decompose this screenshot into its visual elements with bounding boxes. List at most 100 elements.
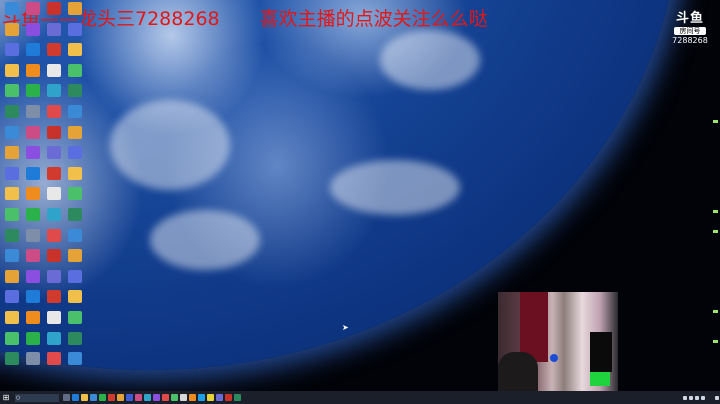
desktop-icon[interactable] <box>23 146 43 163</box>
desktop-icon[interactable] <box>2 43 22 60</box>
desktop-icon[interactable] <box>65 311 85 328</box>
desktop-icon[interactable] <box>65 290 85 307</box>
tray-icon[interactable] <box>683 395 687 400</box>
desktop-icon[interactable] <box>44 228 64 246</box>
desktop-icon[interactable] <box>23 208 43 225</box>
desktop-icon[interactable] <box>23 269 43 287</box>
desktop-icon[interactable] <box>2 63 22 81</box>
desktop-icon[interactable] <box>2 228 22 246</box>
desktop-icon[interactable] <box>65 331 85 349</box>
app-icon[interactable] <box>234 394 241 401</box>
desktop-icon[interactable] <box>2 331 22 349</box>
desktop-icon[interactable] <box>44 105 64 122</box>
app-icon[interactable] <box>162 394 169 401</box>
desktop-icon[interactable] <box>2 125 22 143</box>
desktop-icon[interactable] <box>44 22 64 40</box>
app-icon[interactable] <box>144 394 151 401</box>
windows-start-icon[interactable]: ⊞ <box>0 391 12 404</box>
desktop-icon[interactable] <box>23 84 43 101</box>
app-icon[interactable] <box>216 394 223 401</box>
app-icon[interactable] <box>180 394 187 401</box>
desktop-icon[interactable] <box>23 22 43 40</box>
desktop-icon[interactable] <box>23 63 43 81</box>
desktop-icon[interactable] <box>44 290 64 307</box>
desktop-icon[interactable] <box>65 22 85 40</box>
network-icon[interactable] <box>695 395 699 400</box>
desktop-icon[interactable] <box>65 208 85 225</box>
explorer-icon[interactable] <box>81 394 88 401</box>
desktop-icon[interactable] <box>65 146 85 163</box>
desktop-icon[interactable] <box>65 125 85 143</box>
desktop-icon[interactable] <box>23 105 43 122</box>
taskbar-search[interactable]: ○ <box>15 393 59 402</box>
desktop-icon[interactable] <box>2 269 22 287</box>
desktop-icon[interactable] <box>2 208 22 225</box>
desktop-icon[interactable] <box>23 125 43 143</box>
desktop-icon[interactable] <box>44 331 64 349</box>
desktop-icon[interactable] <box>23 249 43 266</box>
task-view-icon[interactable] <box>63 394 70 401</box>
desktop-icon[interactable] <box>2 352 22 369</box>
app-icon[interactable] <box>126 394 133 401</box>
desktop-icon[interactable] <box>44 146 64 163</box>
desktop-icon[interactable] <box>65 84 85 101</box>
desktop-icon[interactable] <box>23 290 43 307</box>
desktop-icon[interactable] <box>65 43 85 60</box>
app-icon[interactable] <box>135 394 142 401</box>
desktop-icon[interactable] <box>65 2 85 19</box>
app-icon[interactable] <box>225 394 232 401</box>
desktop-icon[interactable] <box>65 166 85 184</box>
desktop-icon[interactable] <box>44 2 64 19</box>
tray-icon[interactable] <box>689 395 693 400</box>
desktop-icon[interactable] <box>23 331 43 349</box>
desktop-icon[interactable] <box>2 249 22 266</box>
desktop-icon[interactable] <box>65 269 85 287</box>
edge-icon[interactable] <box>72 394 79 401</box>
app-icon[interactable] <box>108 394 115 401</box>
desktop-icon[interactable] <box>23 2 43 19</box>
search-input[interactable] <box>21 394 56 401</box>
desktop-icon[interactable] <box>2 105 22 122</box>
desktop-icon[interactable] <box>23 187 43 204</box>
desktop-icon[interactable] <box>23 166 43 184</box>
app-icon[interactable] <box>207 394 214 401</box>
desktop-icon[interactable] <box>44 269 64 287</box>
desktop-icon[interactable] <box>2 2 22 19</box>
app-icon[interactable] <box>189 394 196 401</box>
app-icon[interactable] <box>117 394 124 401</box>
desktop-icon[interactable] <box>65 352 85 369</box>
app-icon[interactable] <box>99 394 106 401</box>
desktop-icon[interactable] <box>65 63 85 81</box>
notification-icon[interactable] <box>715 395 719 400</box>
desktop-icon[interactable] <box>44 84 64 101</box>
desktop-icon[interactable] <box>23 352 43 369</box>
desktop-icon[interactable] <box>44 352 64 369</box>
desktop-icon[interactable] <box>2 187 22 204</box>
desktop-icon[interactable] <box>65 249 85 266</box>
desktop-icon[interactable] <box>44 125 64 143</box>
desktop-icon[interactable] <box>2 84 22 101</box>
desktop-icon[interactable] <box>23 311 43 328</box>
desktop-icon[interactable] <box>65 187 85 204</box>
desktop-icon[interactable] <box>44 43 64 60</box>
app-icon[interactable] <box>171 394 178 401</box>
desktop-icon[interactable] <box>65 105 85 122</box>
desktop-icon[interactable] <box>65 228 85 246</box>
desktop-icon[interactable] <box>23 43 43 60</box>
desktop-icon[interactable] <box>44 208 64 225</box>
desktop-icon[interactable] <box>2 311 22 328</box>
desktop-icon[interactable] <box>2 146 22 163</box>
desktop-icon[interactable] <box>2 290 22 307</box>
desktop-icon[interactable] <box>23 228 43 246</box>
desktop-icon[interactable] <box>2 22 22 40</box>
desktop-icon[interactable] <box>44 249 64 266</box>
desktop-icon[interactable] <box>2 166 22 184</box>
app-icon[interactable] <box>153 394 160 401</box>
desktop-icon[interactable] <box>44 187 64 204</box>
desktop-icon[interactable] <box>44 166 64 184</box>
store-icon[interactable] <box>90 394 97 401</box>
desktop-icon[interactable] <box>44 63 64 81</box>
app-icon[interactable] <box>198 394 205 401</box>
volume-icon[interactable] <box>701 395 705 400</box>
desktop-icon[interactable] <box>44 311 64 328</box>
